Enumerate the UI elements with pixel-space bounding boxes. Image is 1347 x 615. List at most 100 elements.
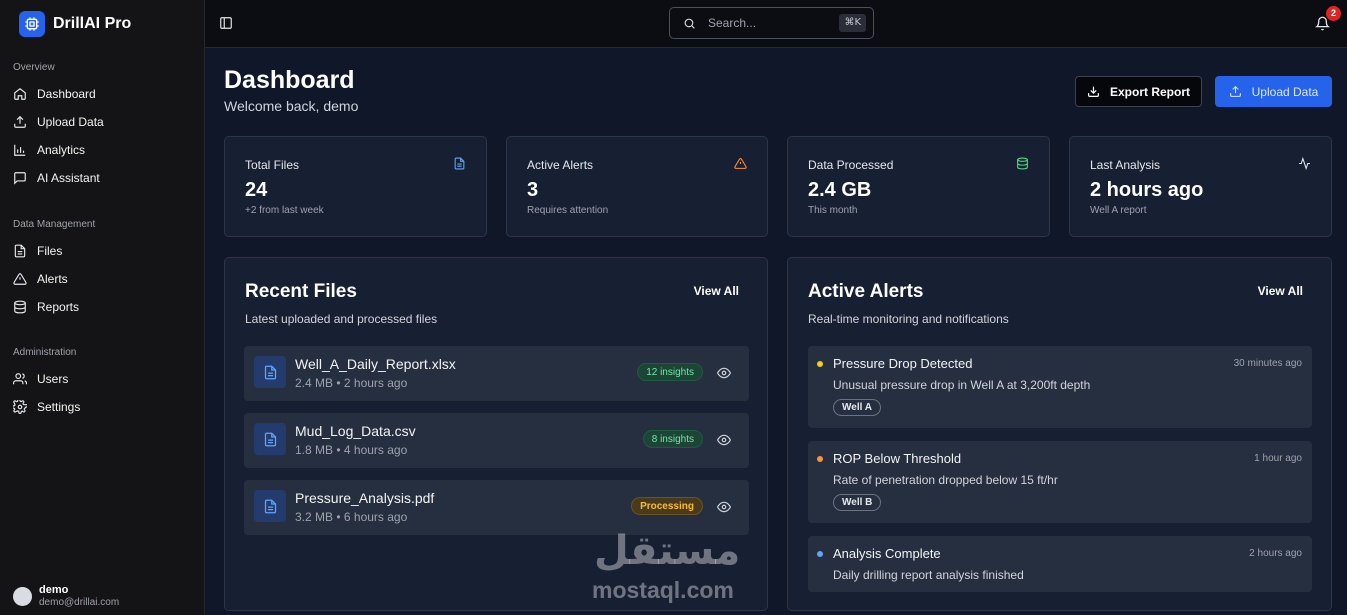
- alert-description: Rate of penetration dropped below 15 ft/…: [833, 473, 1058, 487]
- file-name: Pressure_Analysis.pdf: [295, 490, 435, 506]
- stat-card-data-processed: Data Processed 2.4 GB This month: [787, 136, 1050, 237]
- sidebar-item-settings[interactable]: Settings: [0, 393, 205, 421]
- search-input[interactable]: [708, 14, 828, 32]
- cpu-icon: [19, 11, 45, 37]
- file-icon: [14, 244, 26, 258]
- sidebar-item-alerts[interactable]: Alerts: [0, 265, 205, 293]
- severity-dot: [817, 361, 823, 367]
- sidebar-item-label: Files: [37, 244, 63, 258]
- severity-dot: [817, 456, 823, 462]
- view-all-files-link[interactable]: View All: [694, 284, 739, 298]
- file-meta: 1.8 MB • 4 hours ago: [295, 443, 408, 457]
- user-name: demo: [39, 584, 69, 596]
- file-text-icon: [254, 356, 286, 388]
- page-title: Dashboard: [224, 66, 355, 94]
- user-email: demo@drillai.com: [39, 597, 120, 608]
- stat-card-last-analysis: Last Analysis 2 hours ago Well A report: [1069, 136, 1332, 237]
- stat-card-active-alerts: Active Alerts 3 Requires attention: [506, 136, 768, 237]
- topbar: ⌘K 2: [205, 0, 1347, 48]
- active-alerts-panel: Active Alerts View All Real-time monitor…: [787, 257, 1332, 611]
- sidebar-item-users[interactable]: Users: [0, 365, 205, 393]
- alert-triangle-icon: [734, 158, 747, 169]
- database-icon: [1017, 157, 1028, 170]
- alert-title: Pressure Drop Detected: [833, 356, 973, 371]
- sidebar-item-reports[interactable]: Reports: [0, 293, 205, 321]
- stat-value: 24: [245, 179, 268, 201]
- insights-badge: 8 insights: [642, 430, 703, 448]
- app-name: DrillAI Pro: [53, 15, 132, 32]
- alert-item[interactable]: ROP Below Threshold 1 hour ago Rate of p…: [808, 441, 1312, 523]
- users-icon: [13, 373, 27, 385]
- nav-section-administration: Administration Users Settings: [0, 345, 205, 421]
- eye-icon[interactable]: [717, 433, 731, 447]
- home-icon: [14, 88, 26, 100]
- download-icon: [1088, 86, 1099, 97]
- export-report-button[interactable]: Export Report: [1075, 76, 1202, 107]
- alert-item[interactable]: Analysis Complete 2 hours ago Daily dril…: [808, 536, 1312, 592]
- bar-chart-icon: [14, 144, 26, 156]
- file-row[interactable]: Pressure_Analysis.pdf 3.2 MB • 6 hours a…: [244, 480, 749, 535]
- alert-item[interactable]: Pressure Drop Detected 30 minutes ago Un…: [808, 346, 1312, 428]
- stat-label: Active Alerts: [527, 158, 594, 172]
- stat-note: Well A report: [1090, 205, 1147, 216]
- nav-heading: Data Management: [13, 219, 96, 230]
- alert-time: 2 hours ago: [1249, 548, 1302, 559]
- export-report-label: Export Report: [1109, 84, 1190, 99]
- alert-description: Daily drilling report analysis finished: [833, 568, 1024, 582]
- file-name: Mud_Log_Data.csv: [295, 423, 416, 439]
- search-box[interactable]: ⌘K: [669, 7, 874, 39]
- user-profile[interactable]: demo demo@drillai.com: [13, 584, 119, 609]
- upload-data-button[interactable]: Upload Data: [1215, 76, 1332, 107]
- sidebar-item-label: AI Assistant: [37, 171, 100, 185]
- eye-icon[interactable]: [717, 366, 731, 380]
- sidebar: DrillAI Pro Overview Dashboard Upload Da…: [0, 0, 205, 615]
- sidebar-item-label: Settings: [37, 400, 81, 414]
- sidebar-item-upload-data[interactable]: Upload Data: [0, 108, 205, 136]
- sidebar-item-label: Alerts: [37, 272, 68, 286]
- search-shortcut: ⌘K: [839, 14, 866, 32]
- alert-title: ROP Below Threshold: [833, 451, 962, 466]
- sidebar-item-label: Reports: [37, 300, 80, 314]
- chat-icon: [14, 172, 26, 185]
- sidebar-item-ai-assistant[interactable]: AI Assistant: [0, 164, 205, 192]
- file-row[interactable]: Mud_Log_Data.csv 1.8 MB • 4 hours ago 8 …: [244, 413, 749, 468]
- stat-label: Last Analysis: [1090, 158, 1161, 172]
- alert-time: 30 minutes ago: [1233, 358, 1302, 369]
- sidebar-item-analytics[interactable]: Analytics: [0, 136, 205, 164]
- sidebar-toggle-icon[interactable]: [219, 16, 233, 30]
- alert-title: Analysis Complete: [833, 546, 941, 561]
- panel-title: Active Alerts: [808, 281, 924, 302]
- sidebar-item-label: Dashboard: [37, 87, 96, 101]
- view-all-alerts-link[interactable]: View All: [1258, 284, 1303, 298]
- eye-icon[interactable]: [717, 500, 731, 514]
- brand[interactable]: DrillAI Pro: [19, 11, 131, 37]
- file-text-icon: [254, 423, 286, 455]
- stat-note: +2 from last week: [245, 205, 324, 216]
- panel-subtitle: Latest uploaded and processed files: [245, 312, 438, 326]
- sidebar-item-label: Users: [37, 372, 69, 386]
- sidebar-item-label: Upload Data: [37, 115, 104, 129]
- file-name: Well_A_Daily_Report.xlsx: [295, 356, 456, 372]
- recent-files-panel: Recent Files View All Latest uploaded an…: [224, 257, 768, 611]
- stat-label: Total Files: [245, 158, 300, 172]
- search-icon: [684, 18, 695, 29]
- file-text-icon: [454, 157, 465, 170]
- nav-heading: Overview: [13, 62, 55, 73]
- database-icon: [14, 300, 26, 314]
- upload-data-label: Upload Data: [1251, 84, 1319, 99]
- stat-card-total-files: Total Files 24 +2 from last week: [224, 136, 487, 237]
- upload-icon: [14, 115, 26, 128]
- sidebar-item-dashboard[interactable]: Dashboard: [0, 80, 205, 108]
- avatar: [13, 587, 32, 606]
- stat-value: 2 hours ago: [1090, 179, 1204, 201]
- panel-subtitle: Real-time monitoring and notifications: [808, 312, 1009, 326]
- nav-section-data-management: Data Management Files Alerts Reports: [0, 217, 205, 321]
- stat-note: This month: [808, 205, 858, 216]
- page-subtitle: Welcome back, demo: [224, 98, 359, 114]
- nav-heading: Administration: [13, 347, 77, 358]
- alert-time: 1 hour ago: [1254, 453, 1302, 464]
- file-row[interactable]: Well_A_Daily_Report.xlsx 2.4 MB • 2 hour…: [244, 346, 749, 401]
- sidebar-item-files[interactable]: Files: [0, 237, 205, 265]
- panel-title: Recent Files: [245, 281, 357, 302]
- alert-description: Unusual pressure drop in Well A at 3,200…: [833, 378, 1091, 392]
